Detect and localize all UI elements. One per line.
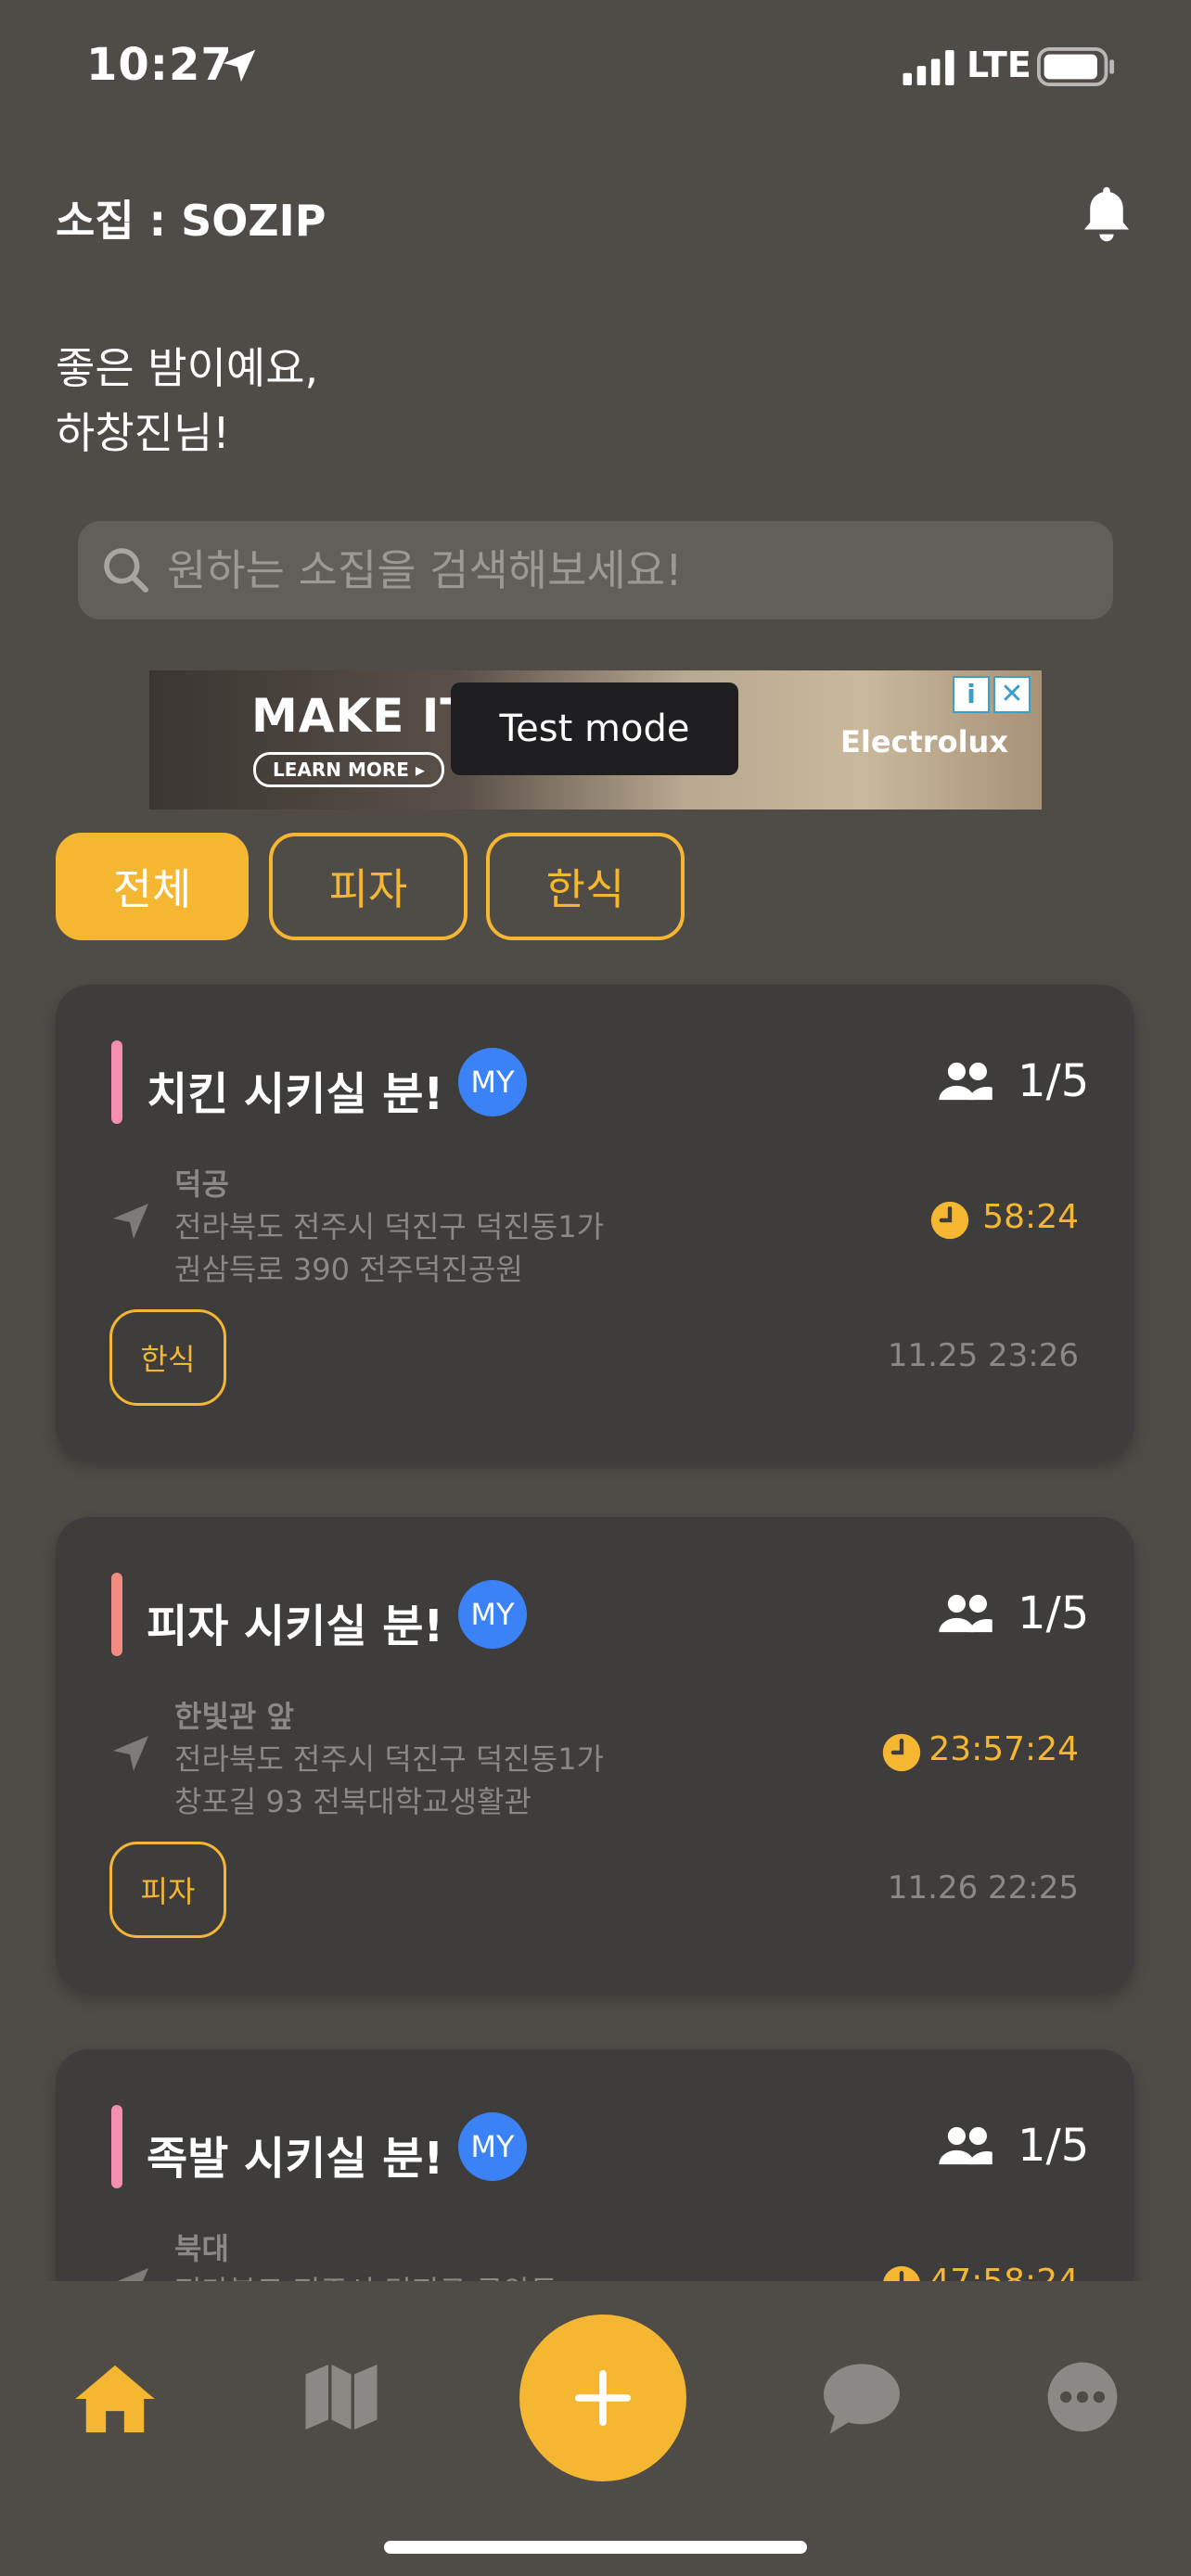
sozip-list: 치킨 시키실 분! MY 1/5 덕공 전라북도 전주시 덕진구 덕진동1가 권… (0, 964, 1191, 2281)
ad-headline: MAKE IT (251, 689, 473, 743)
remaining-timer: 47:58:24 (928, 2263, 1079, 2281)
battery-icon (1037, 47, 1115, 86)
add-sozip-button[interactable] (519, 2315, 686, 2481)
category-chip-all[interactable]: 전체 (56, 833, 249, 940)
remaining-timer: 23:57:24 (928, 1730, 1079, 1768)
category-chip-pizza[interactable]: 피자 (269, 833, 467, 940)
member-count: 1/5 (1018, 2120, 1090, 2172)
people-icon (939, 2126, 992, 2165)
member-count: 1/5 (1018, 1588, 1090, 1639)
sozip-card[interactable]: 치킨 시키실 분! MY 1/5 덕공 전라북도 전주시 덕진구 덕진동1가 권… (56, 985, 1134, 1460)
ad-info-icon[interactable]: i (953, 676, 990, 713)
location-arrow-icon (223, 49, 256, 83)
chat-icon[interactable] (820, 2361, 903, 2437)
bell-icon[interactable] (1078, 184, 1135, 245)
my-badge: MY (458, 2112, 527, 2181)
map-icon[interactable] (302, 2361, 380, 2433)
address-line: 전라북도 전주시 덕진구 금암동 (174, 2268, 557, 2281)
category-tag: 피자 (109, 1842, 226, 1938)
card-title: 피자 시키실 분! (147, 1600, 444, 1652)
navigation-arrow-icon (117, 2268, 148, 2281)
test-mode-label: Test mode (451, 682, 738, 775)
place-name: 한빛관 앞 (174, 1699, 294, 1734)
ad-brand: Electrolux (840, 724, 1008, 759)
my-badge: MY (458, 1580, 527, 1649)
search-icon (104, 548, 149, 593)
place-name: 덕공 (174, 1167, 229, 1202)
network-type: LTE (967, 45, 1031, 85)
sozip-card[interactable]: 피자 시키실 분! MY 1/5 한빛관 앞 전라북도 전주시 덕진구 덕진동1… (56, 1517, 1134, 1992)
clock-icon (882, 1733, 921, 1772)
people-icon (939, 1594, 992, 1633)
search-input[interactable] (165, 544, 1078, 596)
my-badge: MY (458, 1048, 527, 1116)
navigation-arrow-icon (113, 1204, 148, 1239)
app-title: 소집 : SOZIP (56, 196, 327, 246)
card-title: 족발 시키실 분! (147, 2133, 444, 2185)
address-line: 창포길 93 전북대학교생활관 (174, 1784, 531, 1819)
plus-icon (574, 2369, 632, 2427)
clock-icon (883, 2265, 920, 2281)
ad-learn-more-button[interactable]: LEARN MORE ▸ (253, 752, 444, 787)
order-date: 11.25 23:26 (887, 1337, 1079, 1374)
card-accent-bar (111, 1573, 122, 1656)
card-accent-bar (111, 1040, 122, 1124)
ad-close-icon[interactable]: ✕ (993, 676, 1031, 713)
home-indicator (384, 2541, 807, 2554)
category-chip-korean[interactable]: 한식 (486, 833, 685, 940)
navigation-arrow-icon (113, 1736, 148, 1771)
address-line: 전라북도 전주시 덕진구 덕진동1가 (174, 1741, 605, 1777)
place-name: 북대 (174, 2231, 229, 2266)
category-tag: 한식 (109, 1309, 226, 1406)
order-date: 11.26 22:25 (887, 1869, 1079, 1906)
address-line: 권삼득로 390 전주덕진공원 (174, 1252, 523, 1287)
clock-icon (930, 1201, 969, 1240)
address-line: 전라북도 전주시 덕진구 덕진동1가 (174, 1209, 605, 1244)
card-title: 치킨 시키실 분! (147, 1068, 444, 1120)
sozip-card[interactable]: 족발 시키실 분! MY 1/5 북대 전라북도 전주시 덕진구 금암동 47:… (56, 2049, 1134, 2281)
greeting: 좋은 밤이예요, 하창진님! (56, 343, 319, 458)
search-bar[interactable] (78, 521, 1113, 619)
status-time: 10:27 (86, 39, 233, 91)
more-icon[interactable] (1046, 2361, 1119, 2433)
home-icon[interactable] (72, 2361, 158, 2437)
card-accent-bar (111, 2105, 122, 2188)
remaining-timer: 58:24 (982, 1198, 1079, 1236)
member-count: 1/5 (1018, 1055, 1090, 1107)
people-icon (939, 1062, 992, 1101)
signal-icon (903, 50, 954, 85)
bottom-nav (0, 2281, 1191, 2576)
